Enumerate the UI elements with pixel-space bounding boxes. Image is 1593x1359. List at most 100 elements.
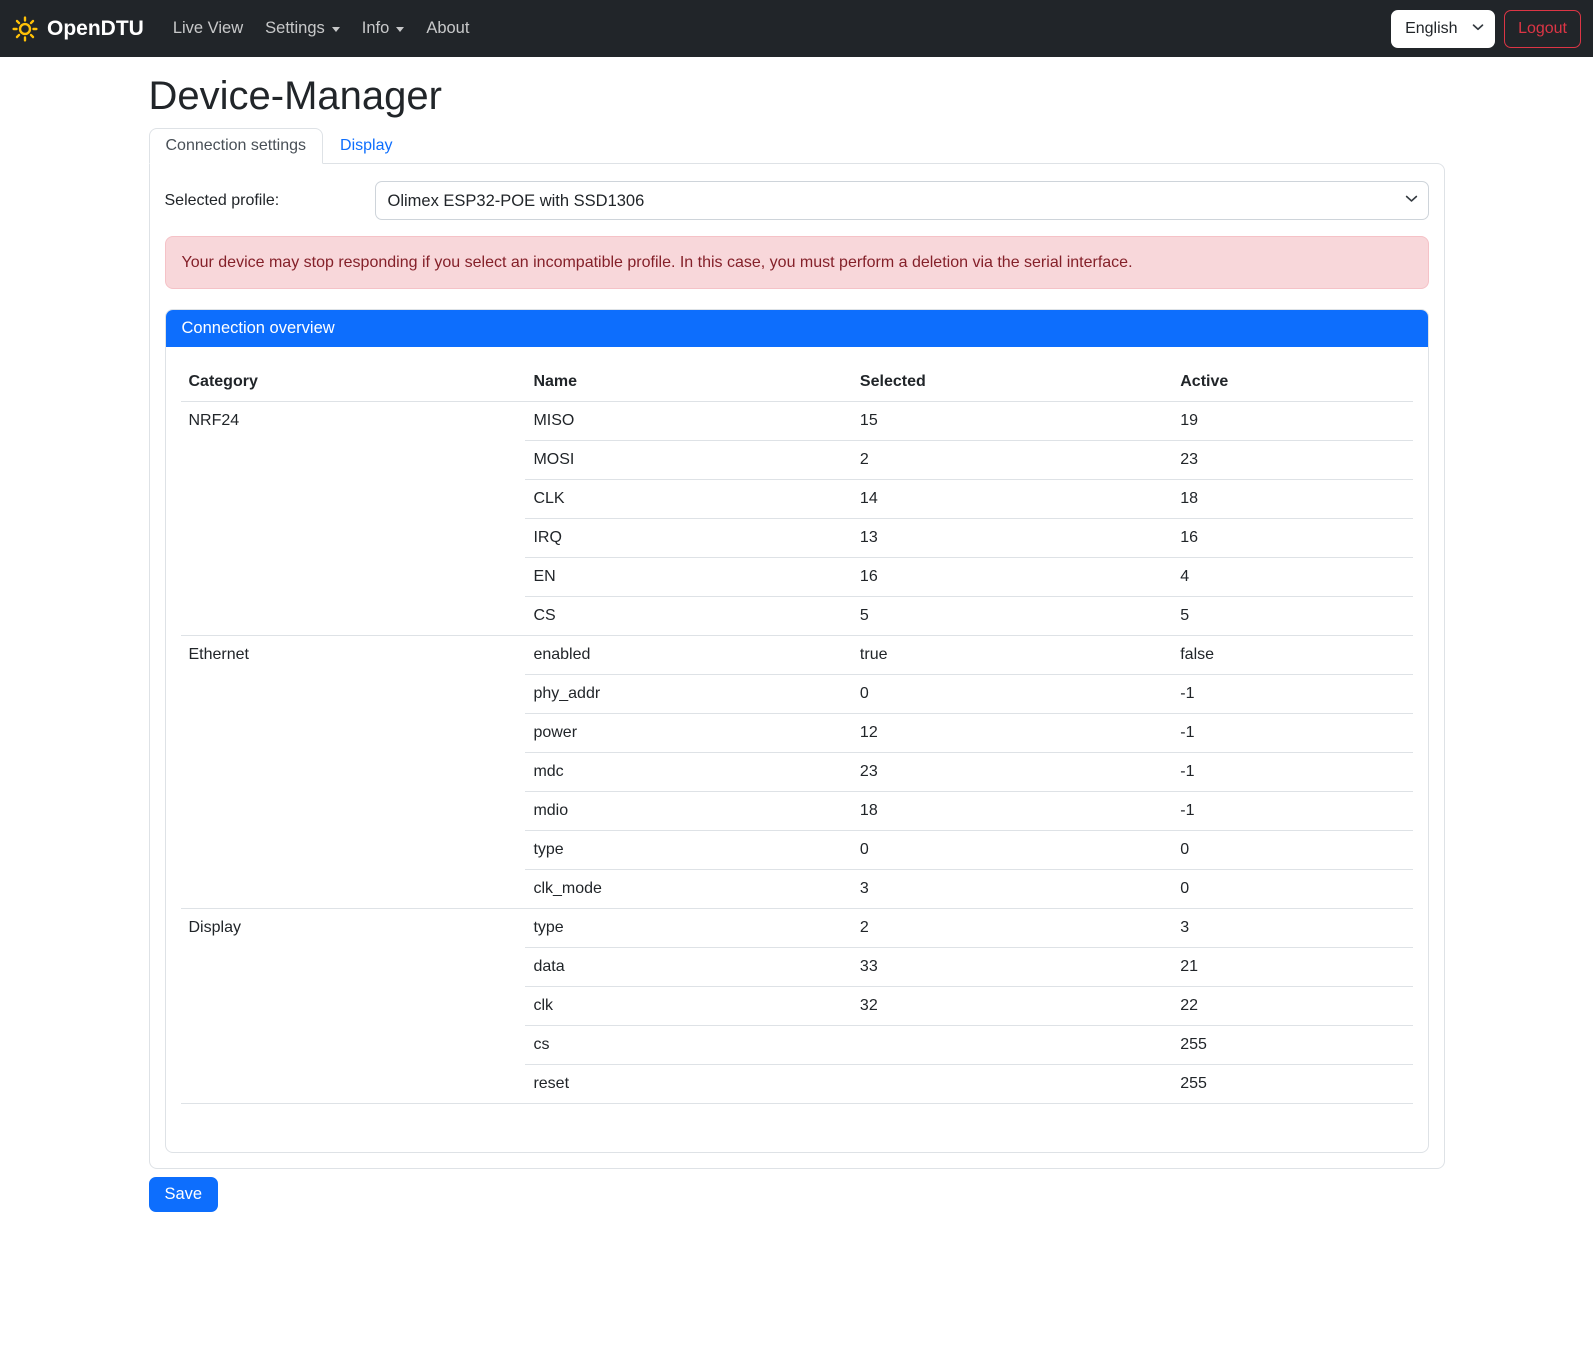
- save-button[interactable]: Save: [149, 1177, 219, 1212]
- language-select-wrap: English: [1391, 10, 1495, 48]
- incompatible-profile-warning: Your device may stop responding if you s…: [165, 236, 1429, 289]
- name-cell: clk_mode: [525, 870, 851, 909]
- active-cell: 3: [1172, 909, 1412, 948]
- active-cell: 22: [1172, 987, 1412, 1026]
- active-cell: 4: [1172, 558, 1412, 597]
- category-cell: Display: [181, 909, 526, 1104]
- column-header: Category: [181, 363, 526, 402]
- name-cell: mdc: [525, 753, 851, 792]
- active-cell: 19: [1172, 402, 1412, 441]
- name-cell: CS: [525, 597, 851, 636]
- sun-icon: [12, 16, 38, 42]
- page-title: Device-Manager: [149, 74, 1445, 119]
- active-cell: -1: [1172, 714, 1412, 753]
- active-cell: 0: [1172, 831, 1412, 870]
- name-cell: CLK: [525, 480, 851, 519]
- nav-item-label: Info: [362, 19, 390, 38]
- name-cell: MISO: [525, 402, 851, 441]
- name-cell: type: [525, 909, 851, 948]
- selected-cell: 0: [852, 675, 1172, 714]
- header-row: CategoryNameSelectedActive: [181, 363, 1413, 402]
- selected-cell: [852, 1026, 1172, 1065]
- selected-cell: 5: [852, 597, 1172, 636]
- name-cell: mdio: [525, 792, 851, 831]
- nav-item-settings[interactable]: Settings: [254, 11, 351, 46]
- nav-item-label: Settings: [265, 19, 325, 38]
- nav-item-label: Live View: [173, 19, 243, 38]
- main-content: Device-Manager Connection settings Displ…: [137, 74, 1457, 1332]
- selected-cell: 16: [852, 558, 1172, 597]
- navbar-right: English Logout: [1391, 10, 1581, 48]
- active-cell: 255: [1172, 1065, 1412, 1104]
- nav-item-info[interactable]: Info: [351, 11, 416, 46]
- active-cell: 0: [1172, 870, 1412, 909]
- selected-cell: 33: [852, 948, 1172, 987]
- nav-menu: Live View Settings Info About: [162, 11, 1391, 46]
- active-cell: 16: [1172, 519, 1412, 558]
- selected-cell: 13: [852, 519, 1172, 558]
- profile-select[interactable]: Olimex ESP32-POE with SSD1306: [375, 181, 1429, 220]
- active-cell: 255: [1172, 1026, 1412, 1065]
- table-row: NRF24MISO1519: [181, 402, 1413, 441]
- active-cell: -1: [1172, 792, 1412, 831]
- card-header: Connection overview: [166, 310, 1428, 347]
- selected-cell: 14: [852, 480, 1172, 519]
- name-cell: data: [525, 948, 851, 987]
- connection-overview-card: Connection overview CategoryNameSelected…: [165, 309, 1429, 1153]
- selected-cell: 12: [852, 714, 1172, 753]
- active-cell: 21: [1172, 948, 1412, 987]
- brand-name: OpenDTU: [47, 17, 144, 41]
- category-group: NRF24MISO1519MOSI223CLK1418IRQ1316EN164C…: [181, 402, 1413, 636]
- table-row: Displaytype23: [181, 909, 1413, 948]
- name-cell: type: [525, 831, 851, 870]
- active-cell: 18: [1172, 480, 1412, 519]
- category-cell: Ethernet: [181, 636, 526, 909]
- category-group: Ethernetenabledtruefalsephy_addr0-1power…: [181, 636, 1413, 909]
- nav-item-live-view[interactable]: Live View: [162, 11, 254, 46]
- selected-cell: 2: [852, 909, 1172, 948]
- selected-cell: [852, 1065, 1172, 1104]
- name-cell: reset: [525, 1065, 851, 1104]
- category-group: Displaytype23data3321clk3222cs255reset25…: [181, 909, 1413, 1104]
- tab-bar: Connection settings Display: [149, 128, 1445, 163]
- selected-cell: 3: [852, 870, 1172, 909]
- selected-cell: 2: [852, 441, 1172, 480]
- selected-cell: 23: [852, 753, 1172, 792]
- selected-cell: 0: [852, 831, 1172, 870]
- name-cell: power: [525, 714, 851, 753]
- tab-content: Selected profile: Olimex ESP32-POE with …: [149, 163, 1445, 1169]
- card-body: CategoryNameSelectedActive NRF24MISO1519…: [166, 347, 1428, 1152]
- overview-table-head: CategoryNameSelectedActive: [181, 363, 1413, 402]
- column-header: Name: [525, 363, 851, 402]
- column-header: Active: [1172, 363, 1412, 402]
- category-cell: NRF24: [181, 402, 526, 636]
- active-cell: false: [1172, 636, 1412, 675]
- brand-logo[interactable]: OpenDTU: [12, 16, 144, 42]
- tab-display[interactable]: Display: [323, 128, 409, 164]
- column-header: Selected: [852, 363, 1172, 402]
- active-cell: 5: [1172, 597, 1412, 636]
- table-row: Ethernetenabledtruefalse: [181, 636, 1413, 675]
- profile-row: Selected profile: Olimex ESP32-POE with …: [165, 181, 1429, 220]
- logout-button[interactable]: Logout: [1504, 10, 1581, 48]
- profile-label: Selected profile:: [165, 192, 375, 210]
- selected-cell: true: [852, 636, 1172, 675]
- active-cell: 23: [1172, 441, 1412, 480]
- tab-connection-settings[interactable]: Connection settings: [149, 128, 324, 164]
- nav-item-about[interactable]: About: [415, 11, 480, 46]
- name-cell: EN: [525, 558, 851, 597]
- name-cell: cs: [525, 1026, 851, 1065]
- name-cell: clk: [525, 987, 851, 1026]
- selected-cell: 32: [852, 987, 1172, 1026]
- name-cell: MOSI: [525, 441, 851, 480]
- overview-table: CategoryNameSelectedActive NRF24MISO1519…: [181, 363, 1413, 1104]
- name-cell: phy_addr: [525, 675, 851, 714]
- profile-select-wrap: Olimex ESP32-POE with SSD1306: [375, 181, 1429, 220]
- nav-item-label: About: [426, 19, 469, 38]
- selected-cell: 15: [852, 402, 1172, 441]
- name-cell: enabled: [525, 636, 851, 675]
- active-cell: -1: [1172, 675, 1412, 714]
- chevron-down-icon: [332, 27, 340, 32]
- active-cell: -1: [1172, 753, 1412, 792]
- language-select[interactable]: English: [1391, 10, 1495, 48]
